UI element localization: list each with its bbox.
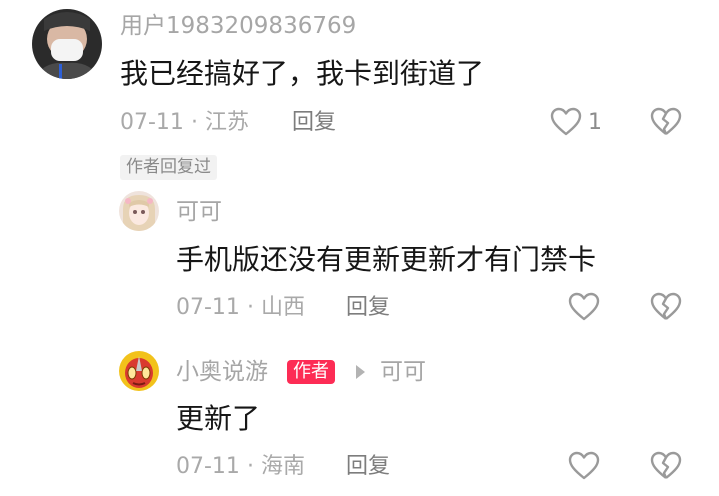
author-replied-tag: 作者回复过	[120, 155, 217, 180]
like-count: 1	[588, 110, 602, 135]
comment-username[interactable]: 用户1983209836769	[120, 15, 356, 38]
like-button[interactable]	[550, 107, 582, 137]
like-button[interactable]	[568, 451, 600, 481]
meta-separator: ·	[246, 295, 261, 320]
reply-meta: 07-11 · 山西	[176, 297, 305, 319]
meta-separator: ·	[190, 110, 205, 135]
reply-button[interactable]: 回复	[346, 456, 390, 478]
reply-button[interactable]: 回复	[346, 297, 390, 319]
heart-outline-icon	[568, 451, 600, 480]
reply-text: 手机版还没有更新更新才有门禁卡	[176, 243, 597, 276]
comment-text: 我已经搞好了，我卡到街道了	[120, 57, 485, 90]
comment-location: 江苏	[204, 110, 249, 135]
comment-date: 07-11	[120, 110, 184, 135]
reply-location: 海南	[260, 454, 305, 479]
anime-girl-avatar-icon	[119, 191, 159, 231]
meta-separator: ·	[246, 454, 261, 479]
broken-heart-icon	[650, 107, 682, 135]
avatar[interactable]	[32, 9, 102, 79]
comment-meta: 07-11 · 江苏	[120, 112, 249, 134]
reply-username[interactable]: 可可	[176, 201, 222, 224]
reply-text: 更新了	[176, 402, 261, 435]
reply-date: 07-11	[176, 454, 240, 479]
dislike-button[interactable]	[650, 107, 682, 137]
reply-location: 山西	[260, 295, 305, 320]
avatar[interactable]	[119, 351, 159, 391]
broken-heart-icon	[650, 451, 682, 479]
heart-outline-icon	[568, 292, 600, 321]
reply-button[interactable]: 回复	[292, 112, 336, 134]
person-mask-avatar-icon	[32, 9, 102, 79]
broken-heart-icon	[650, 292, 682, 320]
heart-outline-icon	[550, 107, 582, 136]
dislike-button[interactable]	[650, 451, 682, 481]
dislike-button[interactable]	[650, 292, 682, 322]
reply-meta: 07-11 · 海南	[176, 456, 305, 478]
ultraman-avatar-icon	[119, 351, 159, 391]
reply-date: 07-11	[176, 295, 240, 320]
avatar[interactable]	[119, 191, 159, 231]
reply-to-arrow-icon	[356, 365, 365, 379]
reply-to-username[interactable]: 可可	[380, 361, 426, 384]
reply-username[interactable]: 小奥说游	[176, 361, 268, 384]
like-button[interactable]	[568, 292, 600, 322]
author-badge: 作者	[287, 360, 335, 384]
